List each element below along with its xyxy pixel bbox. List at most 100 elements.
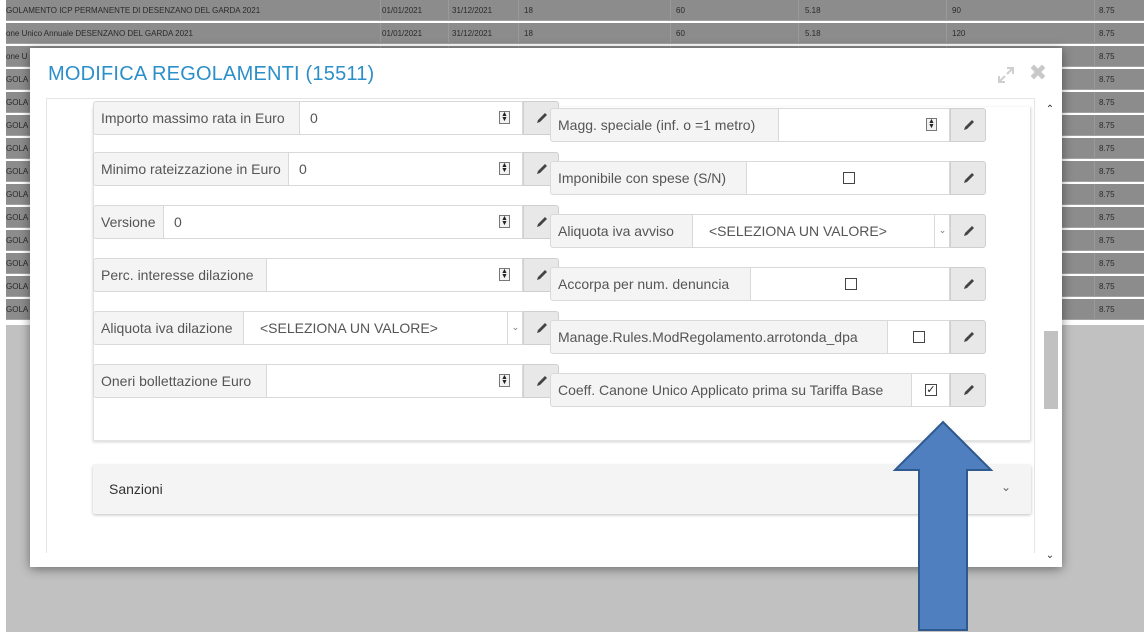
table-cell-divider: [518, 0, 519, 21]
background-table-cell: 8.75: [1099, 305, 1115, 314]
edit-button[interactable]: [950, 320, 986, 354]
pencil-icon: [964, 173, 974, 183]
pencil-icon: [537, 376, 547, 386]
table-cell-divider: [946, 0, 947, 21]
pencil-icon: [537, 323, 547, 333]
expand-icon[interactable]: [997, 66, 1015, 84]
background-table-cell: 18: [524, 29, 533, 38]
spinner-icon[interactable]: ▲ ▼: [499, 111, 510, 124]
spinner-icon[interactable]: ▲ ▼: [499, 162, 510, 175]
input-value: 0: [310, 110, 318, 126]
edit-button[interactable]: [950, 373, 986, 407]
chevron-down-icon[interactable]: ⌄: [507, 311, 523, 345]
pencil-icon: [964, 120, 974, 130]
table-cell-divider: [1094, 69, 1095, 90]
table-cell-divider: [1094, 115, 1095, 136]
field-magg-speciale-inf-o-1-metro: Magg. speciale (inf. o =1 metro) ▲ ▼: [550, 108, 986, 142]
table-cell-divider: [798, 23, 799, 44]
spinner-icon[interactable]: ▲ ▼: [499, 268, 510, 281]
background-table-cell: 8.75: [1099, 29, 1115, 38]
field-label: Imponibile con spese (S/N): [550, 161, 747, 195]
background-table-cell: GOLA: [6, 305, 29, 314]
background-table-cell: 8.75: [1099, 259, 1115, 268]
edit-button[interactable]: [950, 214, 986, 248]
input-value: 0: [299, 161, 307, 177]
field-perc-interesse-dilazione: Perc. interesse dilazione ▲ ▼: [93, 258, 559, 292]
field-label: Versione: [93, 205, 164, 239]
background-table-cell: one Unico Annuale DESENZANO DEL GARDA 20…: [6, 29, 193, 38]
modal-scroll-area[interactable]: Sanzioni ⌄ Importo massimo rata in Euro 0…: [46, 98, 1035, 553]
field-label: Coeff. Canone Unico Applicato prima su T…: [550, 373, 912, 407]
checkbox-unchecked[interactable]: [844, 278, 857, 290]
table-cell-divider: [1094, 253, 1095, 274]
scroll-up-icon[interactable]: ⌃: [1043, 104, 1057, 118]
background-table-cell: GOLA: [6, 121, 29, 130]
background-table-cell: 31/12/2021: [452, 6, 493, 15]
field-coeff-canone-unico-applicato-prima-su-tariffa-base: Coeff. Canone Unico Applicato prima su T…: [550, 373, 986, 407]
sanzioni-section[interactable]: Sanzioni ⌄: [93, 465, 1031, 514]
select-dropdown[interactable]: <SELEZIONA UN VALORE>: [693, 214, 950, 248]
field-label: Oneri bollettazione Euro: [93, 364, 267, 398]
pencil-icon: [537, 217, 547, 227]
chevron-down-icon[interactable]: ⌄: [1001, 480, 1011, 494]
pencil-icon: [537, 164, 547, 174]
scroll-down-icon[interactable]: ⌄: [1043, 550, 1057, 564]
background-table-cell: 8.75: [1099, 236, 1115, 245]
checkbox-unchecked[interactable]: [913, 331, 925, 343]
spinner-icon[interactable]: ▲ ▼: [926, 118, 937, 131]
field-oneri-bollettazione-euro: Oneri bollettazione Euro ▲ ▼: [93, 364, 559, 398]
background-table-cell: 8.75: [1099, 167, 1115, 176]
table-cell-divider: [798, 0, 799, 21]
background-table-cell: 5.18: [805, 6, 821, 15]
close-icon[interactable]: ✖: [1028, 62, 1048, 84]
edit-button[interactable]: [950, 267, 986, 301]
spinner-icon[interactable]: ▲ ▼: [499, 215, 510, 228]
number-input[interactable]: [267, 364, 523, 398]
table-cell-divider: [448, 0, 449, 21]
select-dropdown[interactable]: <SELEZIONA UN VALORE>: [244, 311, 523, 345]
page-edge: [0, 0, 6, 632]
number-input[interactable]: 0: [164, 205, 523, 239]
checkbox-checked[interactable]: ✓: [925, 384, 937, 396]
screen: GOLAMENTO ICP PERMANENTE DI DESENZANO DE…: [0, 0, 1144, 632]
pencil-icon: [537, 270, 547, 280]
table-cell-divider: [448, 23, 449, 44]
number-input[interactable]: [267, 258, 523, 292]
field-label: Aliquota iva avviso: [550, 214, 693, 248]
field-label: Accorpa per num. denuncia: [550, 267, 751, 301]
field-importo-massimo-rata-in-euro: Importo massimo rata in Euro 0 ▲ ▼: [93, 101, 559, 135]
background-table-cell: GOLA: [6, 213, 29, 222]
spinner-icon[interactable]: ▲ ▼: [499, 374, 510, 387]
table-cell-divider: [380, 23, 381, 44]
field-label: Manage.Rules.ModRegolamento.arrotonda_dp…: [550, 320, 888, 354]
scroll-thumb[interactable]: [1044, 331, 1058, 409]
number-input[interactable]: [779, 108, 950, 142]
background-table-cell: 01/01/2021: [382, 29, 423, 38]
background-table-cell: 31/12/2021: [452, 29, 493, 38]
modal-scrollbar[interactable]: ⌃ ⌄: [1043, 104, 1058, 564]
background-table-row: one Unico Annuale DESENZANO DEL GARDA 20…: [6, 23, 1144, 44]
background-table-cell: GOLAMENTO ICP PERMANENTE DI DESENZANO DE…: [6, 6, 261, 15]
field-label: Aliquota iva dilazione: [93, 311, 244, 345]
pencil-icon: [964, 279, 974, 289]
background-table-cell: 8.75: [1099, 213, 1115, 222]
field-label: Minimo rateizzazione in Euro: [93, 152, 289, 186]
background-table-cell: 8.75: [1099, 6, 1115, 15]
sanzioni-label: Sanzioni: [109, 481, 163, 497]
table-cell-divider: [1094, 46, 1095, 67]
pencil-icon: [537, 113, 547, 123]
number-input[interactable]: 0: [289, 152, 523, 186]
chevron-down-icon[interactable]: ⌄: [934, 214, 950, 248]
background-table-cell: 8.75: [1099, 144, 1115, 153]
table-cell-divider: [380, 0, 381, 21]
table-cell-divider: [1094, 299, 1095, 320]
background-table-cell: 8.75: [1099, 282, 1115, 291]
background-table-cell: GOLA: [6, 98, 29, 107]
checkbox-unchecked[interactable]: [842, 172, 855, 184]
edit-button[interactable]: [950, 161, 986, 195]
background-table-cell: 5.18: [805, 29, 821, 38]
number-input[interactable]: 0: [300, 101, 523, 135]
annotation-arrow: [892, 420, 994, 631]
background-table-cell: 8.75: [1099, 75, 1115, 84]
edit-button[interactable]: [950, 108, 986, 142]
